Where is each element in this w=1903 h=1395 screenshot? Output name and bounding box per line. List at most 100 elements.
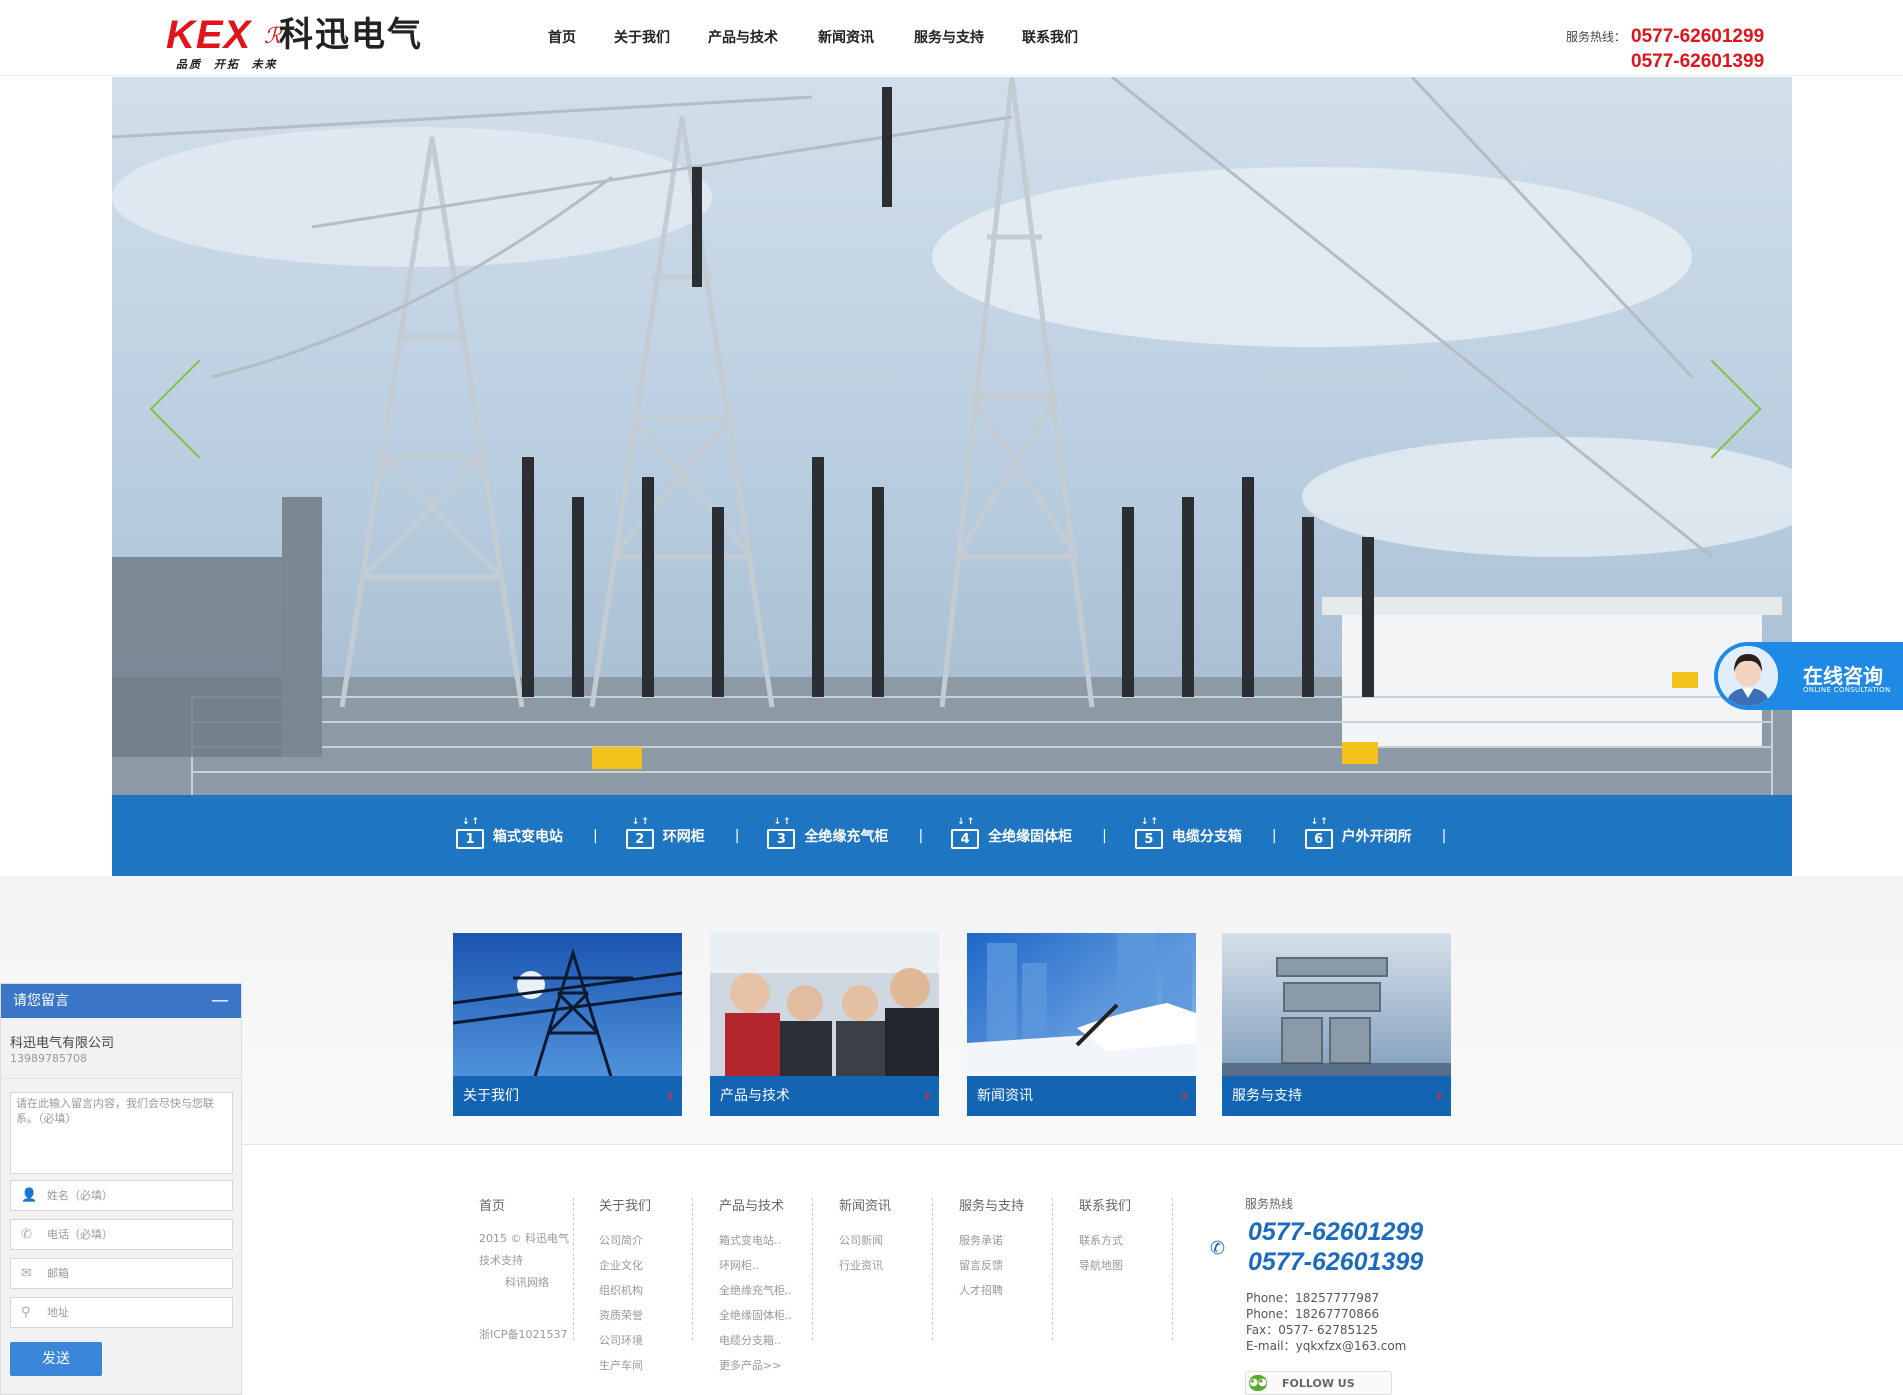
footer-col-about: 关于我们 公司简介 企业文化 组织机构 资质荣誉 公司环境 生产车间: [599, 1195, 651, 1378]
footer-link[interactable]: 联系方式: [1079, 1228, 1131, 1253]
category-separator: |: [1441, 827, 1447, 844]
card-caption: 服务与支持 ›: [1222, 1076, 1451, 1116]
category-separator: |: [1102, 827, 1107, 844]
category-item-5[interactable]: 5 电缆分支箱 |: [1134, 817, 1305, 849]
footer-link[interactable]: 生产车间: [599, 1353, 651, 1378]
category-label: 环网柜: [662, 828, 705, 845]
phone-field[interactable]: ✆ 电话（必填）: [10, 1219, 233, 1250]
online-consultation-button[interactable]: 在线咨询 ONLINE CONSULTATION: [1714, 642, 1903, 710]
footer-link[interactable]: 公司简介: [599, 1228, 651, 1253]
message-divider: [1, 1078, 241, 1079]
footer-link[interactable]: 人才招聘: [959, 1278, 1024, 1303]
category-item-3[interactable]: 3 全绝缘充气柜 |: [767, 817, 951, 849]
footer-heading[interactable]: 新闻资讯: [839, 1195, 891, 1214]
footer-link[interactable]: 留言反馈: [959, 1253, 1024, 1278]
footer-link[interactable]: 服务承诺: [959, 1228, 1024, 1253]
message-widget-title: 请您留言: [13, 993, 69, 1009]
follow-us-label: FOLLOW US: [1282, 1377, 1355, 1390]
card-caption: 新闻资讯 ›: [967, 1076, 1196, 1116]
footer-divider: [1172, 1198, 1173, 1340]
logo-company-name: 科迅电气: [279, 15, 423, 55]
name-field[interactable]: 👤 姓名（必填）: [10, 1180, 233, 1211]
card-about[interactable]: 关于我们 ›: [453, 933, 682, 1116]
main-nav: 首页 关于我们 产品与技术 新闻资讯 服务与支持 联系我们: [548, 26, 1116, 50]
logo-slogan: 品质 开拓 未来: [176, 58, 278, 71]
phone-placeholder: 电话（必填）: [47, 1228, 113, 1241]
category-separator: |: [734, 827, 740, 844]
nav-products[interactable]: 产品与技术: [708, 26, 778, 50]
footer-heading[interactable]: 联系我们: [1079, 1195, 1131, 1214]
hotline-number-2: 0577-62601399: [1631, 51, 1765, 72]
footer-heading[interactable]: 产品与技术: [719, 1195, 792, 1214]
footer-link[interactable]: 资质荣誉: [599, 1303, 651, 1328]
footer-link[interactable]: 组织机构: [599, 1278, 651, 1303]
category-number: 1: [456, 817, 484, 849]
footer-heading[interactable]: 首页: [479, 1195, 569, 1214]
site-footer: [0, 1144, 1903, 1395]
hotline-label: 服务热线：: [1566, 30, 1627, 44]
card-products[interactable]: 产品与技术 ›: [710, 933, 939, 1116]
follow-us-button[interactable]: ◕◕ FOLLOW US: [1245, 1371, 1392, 1395]
nav-about[interactable]: 关于我们: [614, 26, 670, 50]
nav-service[interactable]: 服务与支持: [914, 26, 984, 50]
footer-icp[interactable]: 浙ICP备1021537: [479, 1322, 569, 1347]
site-logo[interactable]: KEX ℛ 科迅电气 品质 开拓 未来: [166, 13, 426, 71]
footer-link[interactable]: 企业文化: [599, 1253, 651, 1278]
footer-spacer: [479, 1294, 569, 1322]
category-label: 箱式变电站: [493, 828, 563, 845]
footer-phone-2: Phone：18267770866: [1246, 1307, 1380, 1321]
footer-col-products: 产品与技术 箱式变电站.. 环网柜.. 全绝缘充气柜.. 全绝缘固体柜.. 电缆…: [719, 1195, 792, 1378]
card-news[interactable]: 新闻资讯 ›: [967, 933, 1196, 1116]
footer-link[interactable]: 全绝缘固体柜..: [719, 1303, 792, 1328]
hotline-number-1: 0577-62601299: [1631, 26, 1765, 47]
footer-link[interactable]: 全绝缘充气柜..: [719, 1278, 792, 1303]
support-agent-avatar: [1718, 646, 1778, 706]
minimize-icon[interactable]: —: [211, 984, 229, 1018]
message-widget: 请您留言 — 科迅电气有限公司 13989785708 请在此输入留言内容，我们…: [0, 983, 242, 1395]
location-pin-icon: ⚲: [21, 1305, 31, 1320]
category-number: 4: [951, 817, 980, 849]
footer-link[interactable]: 环网柜..: [719, 1253, 792, 1278]
nav-contact[interactable]: 联系我们: [1022, 26, 1078, 50]
footer-col-home: 首页 2015 © 科迅电气 技术支持 科讯网络 浙ICP备1021537: [479, 1195, 569, 1347]
chevron-right-icon: ›: [666, 1085, 674, 1106]
nav-news[interactable]: 新闻资讯: [818, 26, 874, 50]
chevron-right-icon: ›: [1180, 1085, 1188, 1106]
category-item-4[interactable]: 4 全绝缘固体柜 |: [951, 817, 1135, 849]
chevron-right-icon: ›: [1435, 1085, 1443, 1106]
email-field[interactable]: ✉ 邮箱: [10, 1258, 233, 1289]
footer-phone-1: Phone：18257777987: [1246, 1291, 1380, 1305]
phone-icon: ✆: [21, 1227, 32, 1242]
footer-link[interactable]: 电缆分支箱..: [719, 1328, 792, 1353]
card-caption: 关于我们 ›: [453, 1076, 682, 1116]
category-item-1[interactable]: 1 箱式变电站 |: [456, 817, 626, 849]
footer-tech-support: 技术支持: [479, 1254, 523, 1267]
nav-home[interactable]: 首页: [548, 26, 576, 50]
card-label: 服务与支持: [1232, 1088, 1302, 1104]
footer-col-contact: 联系我们 联系方式 导航地图: [1079, 1195, 1131, 1278]
category-separator: |: [593, 827, 598, 844]
footer-link[interactable]: 箱式变电站..: [719, 1228, 792, 1253]
footer-divider: [692, 1198, 693, 1340]
footer-link[interactable]: 公司环境: [599, 1328, 651, 1353]
footer-tech-vendor[interactable]: 科讯网络: [479, 1272, 569, 1294]
footer-link[interactable]: 公司新闻: [839, 1228, 891, 1253]
feature-section: [0, 876, 1903, 1144]
category-item-6[interactable]: 6 户外开闭所 |: [1304, 817, 1475, 849]
address-field[interactable]: ⚲ 地址: [10, 1297, 233, 1328]
footer-link[interactable]: 更多产品>>: [719, 1353, 792, 1378]
footer-link[interactable]: 导航地图: [1079, 1253, 1131, 1278]
card-service[interactable]: 服务与支持 ›: [1222, 933, 1451, 1116]
send-button[interactable]: 发送: [10, 1342, 102, 1376]
footer-heading[interactable]: 关于我们: [599, 1195, 651, 1214]
footer-email: E-mail：yqkxfzx@163.com: [1246, 1339, 1407, 1353]
category-item-2[interactable]: 2 环网柜 |: [625, 817, 768, 849]
hero-banner: 1 箱式变电站 | 2 环网柜 | 3 全绝缘充气柜 | 4 全绝缘固体柜 | …: [112, 77, 1792, 876]
category-label: 全绝缘固体柜: [988, 828, 1073, 845]
logo-mark: KEX: [166, 13, 252, 57]
footer-link[interactable]: 行业资讯: [839, 1253, 891, 1278]
message-textarea[interactable]: 请在此输入留言内容，我们会尽快与您联系。（必填）: [10, 1092, 233, 1174]
footer-heading[interactable]: 服务与支持: [959, 1195, 1024, 1214]
site-header: KEX ℛ 科迅电气 品质 开拓 未来 首页 关于我们 产品与技术 新闻资讯 服…: [0, 0, 1903, 76]
name-placeholder: 姓名（必填）: [47, 1189, 113, 1202]
